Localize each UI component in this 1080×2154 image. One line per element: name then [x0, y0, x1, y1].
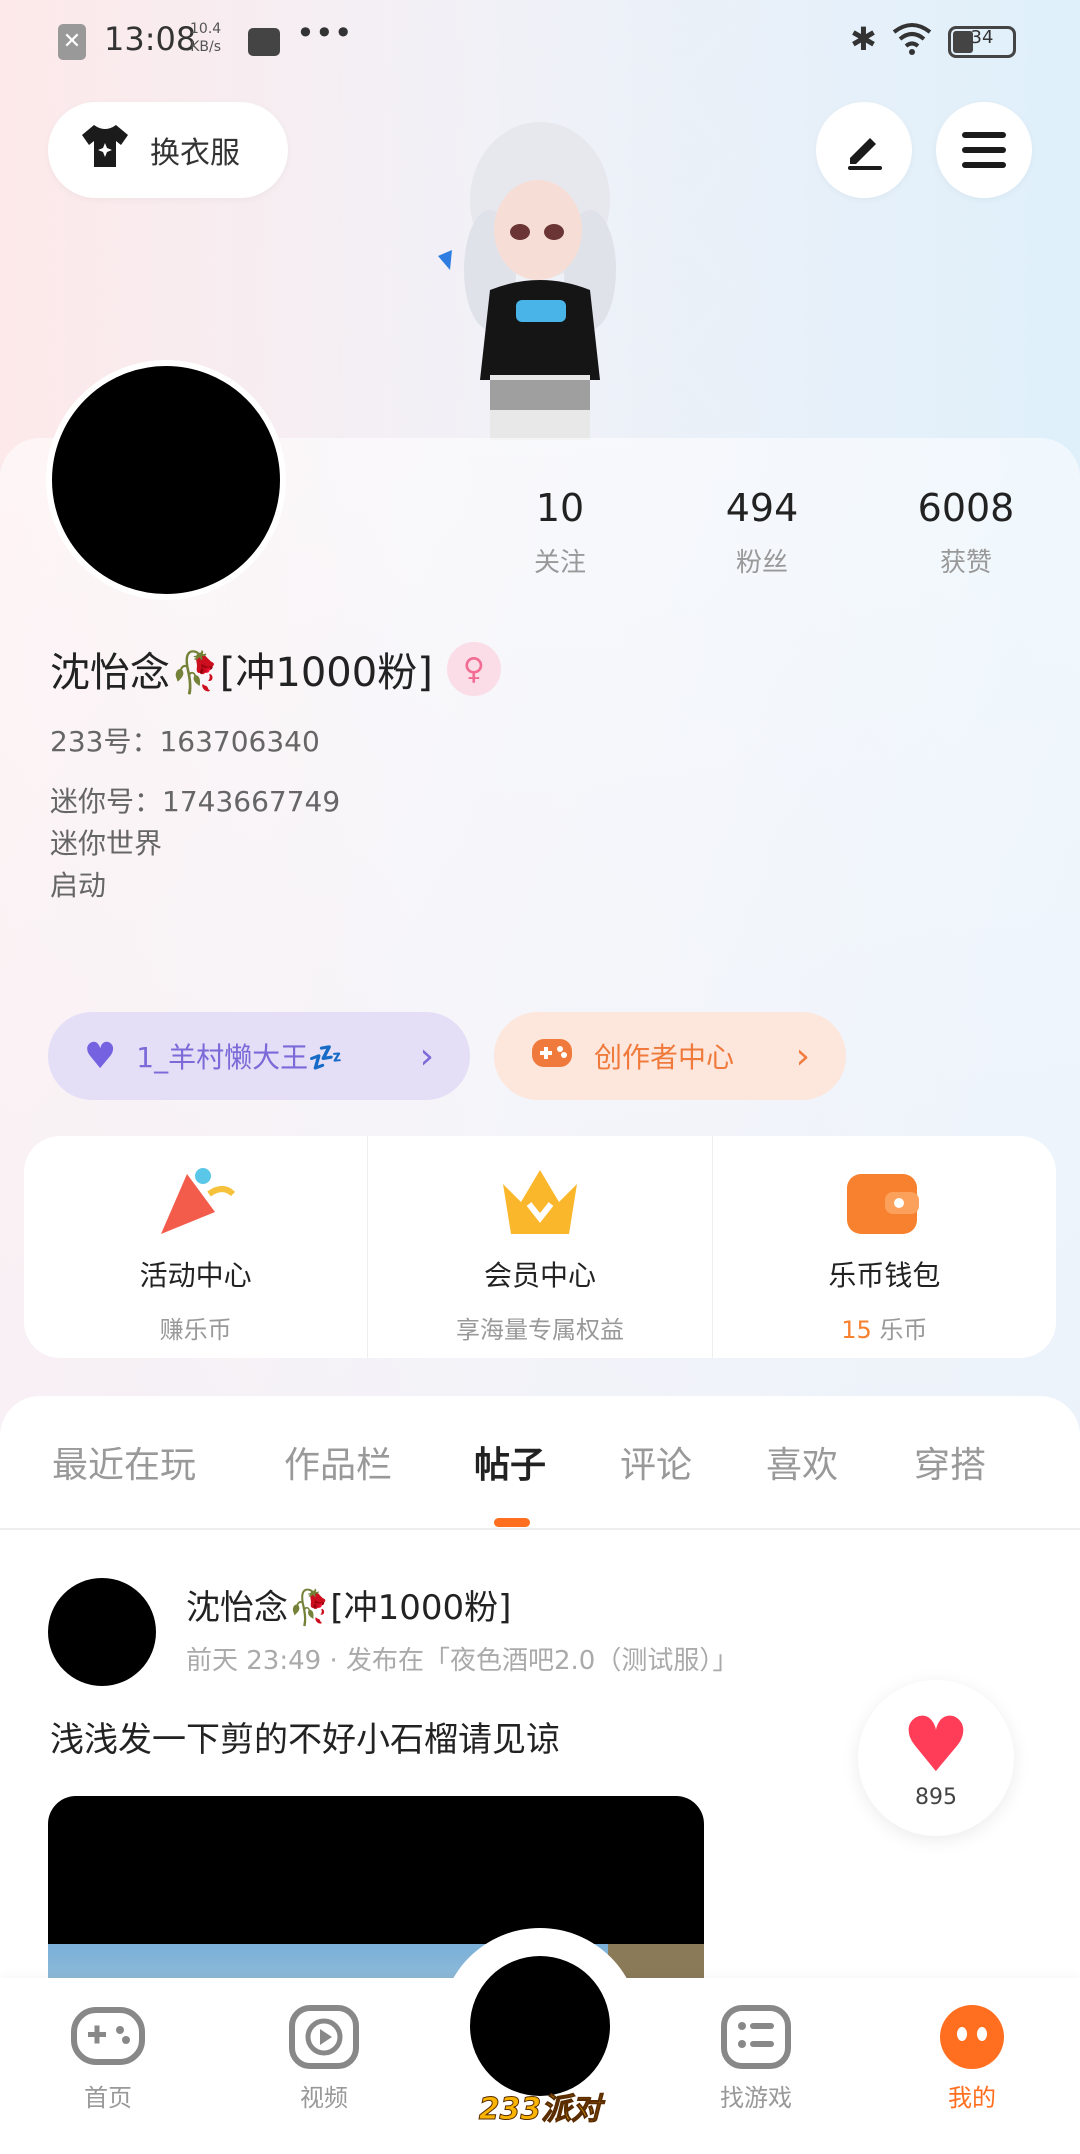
like-button[interactable]: ♥ 895	[858, 1680, 1014, 1836]
profile-name: 沈怡念🥀[冲1000粉]	[50, 650, 433, 696]
post-author-name[interactable]: 沈怡念🥀[冲1000粉]	[186, 1580, 511, 1629]
avatar-character[interactable]	[430, 120, 650, 445]
face-icon	[940, 2005, 1004, 2069]
tab-posts[interactable]: 帖子	[474, 1436, 546, 1488]
party-popper-icon	[160, 1168, 235, 1234]
vip-center-title: 会员中心	[483, 1259, 596, 1292]
crown-icon	[502, 1170, 577, 1234]
change-outfit-label: 换衣服	[150, 136, 240, 171]
status-bar: ✕ 13:08 10.4 KB/s ••• ✱ 34	[0, 0, 1080, 86]
wallet-icon	[847, 1174, 920, 1234]
tab-works[interactable]: 作品栏	[284, 1436, 392, 1488]
post-meta[interactable]: 前天 23:49 · 发布在「夜色酒吧2.0（测试服）」	[186, 1640, 738, 1677]
activity-center[interactable]: 活动中心 赚乐币	[24, 1136, 369, 1358]
active-tab-indicator	[494, 1518, 530, 1527]
coin-wallet[interactable]: 乐币钱包 15 乐币	[713, 1136, 1056, 1358]
chevron-right-icon: ›	[419, 1035, 434, 1077]
edit-button[interactable]	[816, 102, 912, 198]
vip-center[interactable]: 会员中心 享海量专属权益	[368, 1136, 713, 1358]
nav-me[interactable]: 我的	[912, 2004, 1032, 2113]
bluetooth-icon: ✱	[850, 20, 877, 58]
hamburger-icon	[962, 132, 1006, 168]
battery-icon: 34	[948, 26, 1016, 58]
creator-center-label: 创作者中心	[594, 1041, 735, 1074]
tab-comments[interactable]: 评论	[620, 1436, 692, 1488]
heart-icon: ♥	[84, 1035, 117, 1077]
shirt-icon	[78, 121, 132, 179]
nav-home[interactable]: 首页	[48, 2004, 168, 2113]
stat-following-value: 10	[535, 486, 585, 530]
profile-avatar[interactable]	[46, 360, 286, 600]
play-icon	[289, 2005, 359, 2069]
stat-likes[interactable]: 6008 获赞	[876, 486, 1056, 579]
calendar-icon	[248, 28, 280, 56]
net-speed: 10.4 KB/s	[190, 21, 222, 55]
profile-name-row: 沈怡念🥀[冲1000粉] ♀	[50, 640, 501, 698]
like-count: 895	[915, 1784, 957, 1810]
coin-wallet-title: 乐币钱包	[828, 1259, 941, 1292]
post-author-avatar[interactable]	[48, 1578, 156, 1686]
pencil-icon	[848, 138, 882, 170]
sim-icon: ✕	[58, 24, 86, 60]
nav-home-label: 首页	[84, 2084, 132, 2112]
party-logo[interactable]: 233派对	[474, 2084, 606, 2128]
activity-center-sub: 赚乐币	[159, 1316, 232, 1344]
friend-chip[interactable]: ♥ 1_羊村懒大王💤 ›	[48, 1012, 470, 1100]
bio-line-1: 迷你世界	[50, 827, 163, 860]
stat-following-label: 关注	[533, 548, 586, 578]
activity-center-title: 活动中心	[139, 1259, 252, 1292]
tabs-divider	[0, 1528, 1080, 1530]
vip-center-sub: 享海量专属权益	[455, 1316, 624, 1344]
more-dots-icon: •••	[296, 14, 353, 52]
stat-following[interactable]: 10 关注	[470, 486, 650, 579]
chevron-right-icon: ›	[795, 1035, 810, 1077]
tab-likes[interactable]: 喜欢	[766, 1436, 838, 1488]
bio-line-2: 启动	[50, 869, 107, 902]
stat-fans-value: 494	[725, 486, 799, 530]
nav-find-games[interactable]: 找游戏	[696, 2004, 816, 2113]
nav-find-games-label: 找游戏	[720, 2084, 792, 2112]
wifi-icon	[890, 20, 934, 60]
center-party-button[interactable]	[470, 1956, 610, 2096]
menu-button[interactable]	[936, 102, 1032, 198]
friend-chip-label: 1_羊村懒大王💤	[136, 1041, 343, 1074]
id-233[interactable]: 233号：163706340	[50, 720, 320, 760]
status-time: 13:08	[104, 20, 197, 58]
stat-fans[interactable]: 494 粉丝	[672, 486, 852, 579]
gamepad-icon	[71, 2007, 145, 2065]
tab-recent[interactable]: 最近在玩	[52, 1436, 196, 1488]
nav-video-label: 视频	[300, 2084, 348, 2112]
gamepad-icon	[530, 1035, 574, 1078]
female-icon: ♀	[446, 642, 501, 696]
tab-outfits[interactable]: 穿搭	[914, 1436, 986, 1488]
nav-video[interactable]: 视频	[264, 2004, 384, 2113]
post-text[interactable]: 浅浅发一下剪的不好小石榴请见谅	[50, 1712, 560, 1761]
creator-center-chip[interactable]: 创作者中心 ›	[494, 1012, 846, 1100]
stat-fans-label: 粉丝	[735, 548, 788, 578]
heart-icon: ♥	[901, 1699, 971, 1789]
features-card: 活动中心 赚乐币 会员中心 享海量专属权益 乐币钱包 15 乐币	[24, 1136, 1056, 1358]
change-outfit-button[interactable]: 换衣服	[48, 102, 288, 198]
stat-likes-label: 获赞	[939, 548, 992, 578]
stat-likes-value: 6008	[917, 486, 1015, 530]
list-icon	[721, 2005, 791, 2069]
nav-me-label: 我的	[948, 2084, 996, 2112]
mini-id[interactable]: 迷你号：1743667749	[50, 780, 340, 820]
coin-wallet-sub: 15 乐币	[841, 1316, 928, 1344]
